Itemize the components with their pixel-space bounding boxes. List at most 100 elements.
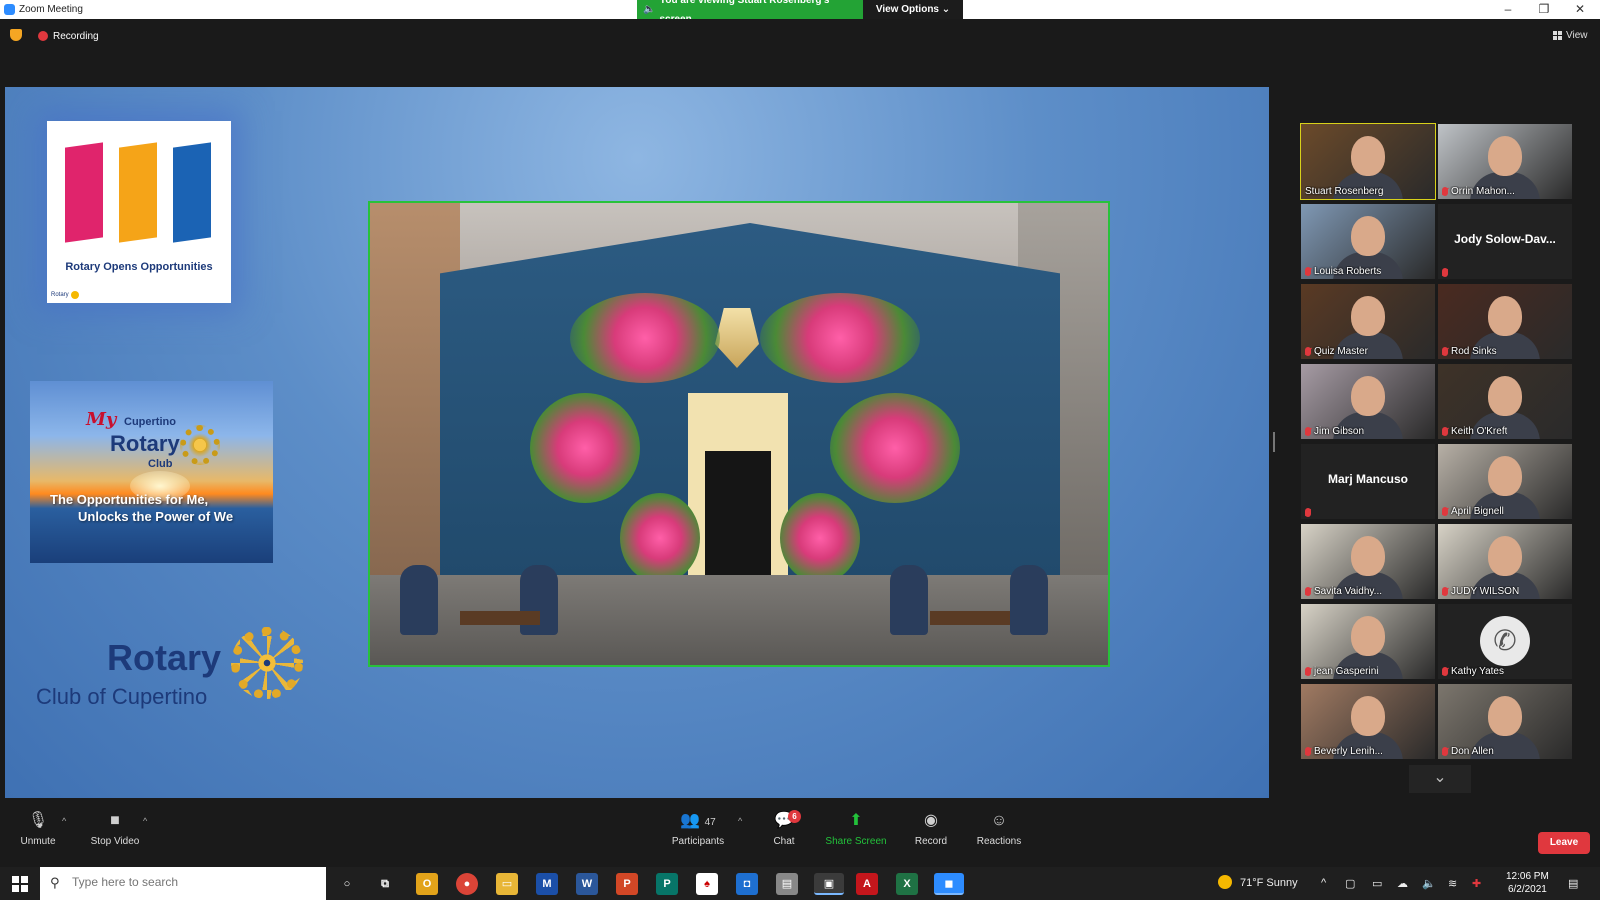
participant-video-face [1351,216,1385,256]
shield-icon[interactable] [10,29,22,41]
doors-graphic [61,135,217,245]
participant-name: Orrin Mahon... [1442,186,1515,197]
zoom-taskbar-icon[interactable]: ◼ [934,873,964,895]
file-explorer-icon[interactable]: ▭ [496,873,518,895]
weather-text[interactable]: 71°F Sunny [1240,877,1298,889]
participant-tile[interactable]: Beverly Lenih... [1301,684,1435,759]
participant-video-face [1351,696,1385,736]
shared-screen: Rotary Opens Opportunities Rotary My Cup… [5,87,1269,798]
video-camera-icon: ■ [110,812,120,829]
participant-tile[interactable]: Savita Vaidhy... [1301,524,1435,599]
participants-icon: 👥 47 [680,812,716,829]
cortana-icon[interactable]: ○ [336,873,358,895]
participant-video-face [1351,376,1385,416]
participant-name: Kathy Yates [1442,666,1504,677]
view-options-button[interactable]: View Options ⌄ [863,0,963,19]
participant-tile[interactable]: Orrin Mahon... [1438,124,1572,199]
participant-name-text: jean Gasperini [1314,666,1379,677]
share-banner: 🔈You are viewing Stuart Rosenberg's scre… [637,0,963,25]
tray-chevron-up-icon[interactable]: ^ [1321,877,1326,889]
participants-options-caret[interactable]: ^ [738,816,742,826]
chrome-icon[interactable]: ● [456,873,478,895]
participant-name-text: Savita Vaidhy... [1314,586,1382,597]
close-button[interactable]: ✕ [1562,0,1598,19]
tray-security-icon[interactable]: ✚ [1472,877,1481,890]
meeting-toolbar: 🎙 Unmute ^ ■ Stop Video ^ 👥 47 Participa… [0,798,1600,867]
phone-icon: ✆ [1480,616,1530,666]
participant-tile[interactable]: Louisa Roberts [1301,204,1435,279]
participant-name: Savita Vaidhy... [1305,586,1382,597]
participant-video-face [1488,696,1522,736]
tray-onedrive-icon[interactable]: ☁ [1397,877,1408,890]
windows-start-icon[interactable] [12,876,28,892]
microphone-muted-icon [1442,507,1448,516]
participant-name: Keith O'Kreft [1442,426,1507,437]
microphone-muted-icon [1442,427,1448,436]
record-icon: ◉ [924,812,938,829]
participant-tile[interactable]: Marj Mancuso [1301,444,1435,519]
participant-name: Jim Gibson [1305,426,1364,437]
participant-tile[interactable]: JUDY WILSON [1438,524,1572,599]
camera-icon[interactable]: ◘ [736,873,758,895]
solitaire-icon[interactable]: ♠ [696,873,718,895]
powerpoint-icon[interactable]: P [616,873,638,895]
tray-battery-icon[interactable]: ▭ [1372,877,1382,890]
participant-tile[interactable]: April Bignell [1438,444,1572,519]
participant-name-text: April Bignell [1451,506,1504,517]
printer-icon[interactable]: ▤ [776,873,798,895]
photo-person [1010,565,1048,635]
participant-tile[interactable]: Jody Solow-Dav... [1438,204,1572,279]
reactions-button[interactable]: ☺ Reactions [975,810,1023,847]
recording-icon [38,31,48,41]
panel-splitter[interactable] [1273,432,1275,452]
taskbar-search-input[interactable] [72,875,312,889]
unmute-button[interactable]: 🎙 Unmute [18,810,58,847]
participants-button[interactable]: 👥 47 Participants [668,810,728,847]
tray-volume-icon[interactable]: 🔈 [1422,877,1436,890]
participant-tile[interactable]: Jim Gibson [1301,364,1435,439]
recording-label: Recording [53,31,99,42]
participant-tile[interactable]: Stuart Rosenberg [1300,123,1436,200]
video-options-caret[interactable]: ^ [143,816,147,826]
audio-options-caret[interactable]: ^ [62,816,66,826]
participant-name: Louisa Roberts [1305,266,1381,277]
minimize-button[interactable]: – [1490,0,1526,19]
grid-icon [1553,31,1562,40]
chevron-down-icon: ⌄ [941,4,951,15]
tray-meet-icon[interactable]: ▢ [1345,877,1355,890]
task-view-icon[interactable]: ⧉ [374,873,396,895]
participant-tile[interactable]: ✆ Kathy Yates [1438,604,1572,679]
participant-video-face [1351,616,1385,656]
notifications-icon[interactable]: ▤ [1568,877,1578,890]
window-title: Zoom Meeting [19,4,83,15]
participant-tile[interactable]: Don Allen [1438,684,1572,759]
record-button[interactable]: ◉ Record [913,810,949,847]
participant-name-text: Rod Sinks [1451,346,1497,357]
restore-button[interactable]: ❐ [1526,0,1562,19]
tray-wifi-icon[interactable]: ≋ [1448,877,1457,890]
view-options-label: View Options [875,4,939,15]
publisher-icon[interactable]: P [656,873,678,895]
view-button[interactable]: View [1553,30,1588,41]
participant-tile[interactable]: Quiz Master [1301,284,1435,359]
share-screen-button[interactable]: ⬆ Share Screen [824,810,888,847]
participant-tile[interactable]: Rod Sinks [1438,284,1572,359]
cupertino-club-card: My Cupertino Rotary Club The Opportuniti… [30,381,273,563]
acrobat-icon[interactable]: A [856,873,878,895]
word-icon[interactable]: W [576,873,598,895]
participant-tile[interactable]: Keith O'Kreft [1438,364,1572,439]
participant-tile[interactable]: jean Gasperini [1301,604,1435,679]
outlook-icon[interactable]: O [416,873,438,895]
club-club: Club [148,458,173,470]
excel-icon[interactable]: X [896,873,918,895]
microphone-muted-icon [1442,268,1448,277]
taskbar-search[interactable]: ⚲ [40,867,326,900]
gallery-scroll-down-button[interactable]: ⌄ [1409,765,1471,793]
stop-video-button[interactable]: ■ Stop Video [88,810,142,847]
taskbar-clock[interactable]: 12:06 PM 6/2/2021 [1506,870,1549,896]
door-blue [173,142,211,243]
malwarebytes-icon[interactable]: M [536,873,558,895]
photos-icon[interactable]: ▣ [814,873,844,895]
participant-name-text: JUDY WILSON [1451,586,1520,597]
leave-button[interactable]: Leave [1538,832,1590,854]
